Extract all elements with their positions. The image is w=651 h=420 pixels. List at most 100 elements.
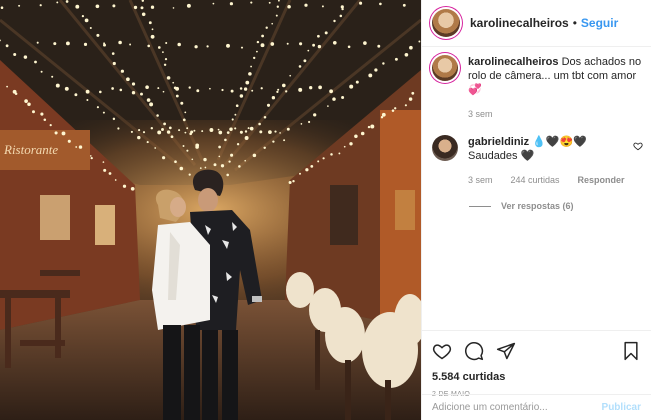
caption-avatar[interactable] <box>432 55 458 81</box>
string-light <box>203 157 207 162</box>
string-light <box>112 4 116 8</box>
comment-input[interactable]: Adicione um comentário... <box>432 402 548 413</box>
post-photo[interactable]: Ristorante <box>0 0 421 420</box>
string-light <box>195 145 199 149</box>
string-light <box>36 41 39 44</box>
string-light <box>161 128 164 131</box>
string-light <box>309 86 313 90</box>
string-light <box>256 50 258 53</box>
string-light <box>40 70 43 73</box>
string-light <box>40 112 44 116</box>
likes-count[interactable]: 5.584 curtidas <box>432 371 641 383</box>
comment-avatar[interactable] <box>432 135 458 161</box>
string-light <box>162 156 166 160</box>
caption-meta: 3 sem <box>468 107 643 121</box>
comment-age[interactable]: 3 sem <box>468 173 493 187</box>
string-light <box>252 153 257 158</box>
string-light <box>146 98 151 102</box>
string-light <box>188 173 191 176</box>
string-light <box>283 139 286 142</box>
string-light <box>165 41 168 45</box>
string-light <box>122 184 127 188</box>
string-light <box>338 152 341 155</box>
view-replies-button[interactable]: Ver respostas (6) <box>469 201 643 211</box>
string-light <box>240 46 244 49</box>
share-icon[interactable] <box>496 341 516 361</box>
string-light <box>32 110 35 114</box>
comment-author-emoji: 💧🖤😍🖤 <box>532 136 587 148</box>
string-light <box>368 73 373 78</box>
comment-like-heart-icon[interactable] <box>633 141 643 151</box>
reply-button[interactable]: Responder <box>578 173 625 187</box>
string-light <box>86 99 89 101</box>
string-light <box>102 161 105 163</box>
string-light <box>327 105 329 107</box>
string-light <box>49 124 52 127</box>
comment-icon[interactable] <box>464 341 484 361</box>
string-light <box>367 125 371 129</box>
string-light <box>184 111 187 114</box>
add-comment-bar: Adicione um comentário... Publicar <box>422 394 651 420</box>
string-light <box>154 147 157 149</box>
string-light <box>270 42 275 46</box>
comment-likes[interactable]: 244 curtidas <box>511 173 560 187</box>
string-light <box>120 69 125 73</box>
bookmark-icon[interactable] <box>621 341 641 361</box>
string-light <box>332 97 336 101</box>
string-light <box>341 96 345 99</box>
follow-button[interactable]: Seguir <box>581 16 618 30</box>
string-light <box>157 46 161 49</box>
string-light <box>74 93 78 97</box>
string-light <box>226 131 230 134</box>
comment-username[interactable]: gabrieldiniz <box>468 136 529 148</box>
string-light <box>349 142 353 146</box>
string-light <box>307 49 310 52</box>
string-light <box>84 18 89 23</box>
string-light <box>218 130 223 135</box>
comment-text: Saudades 🖤 <box>468 150 535 162</box>
string-light <box>300 123 303 125</box>
string-light <box>188 86 191 89</box>
string-light <box>130 130 133 133</box>
string-light <box>138 129 141 132</box>
string-light <box>166 76 171 80</box>
string-light <box>146 141 149 144</box>
string-light <box>140 92 143 96</box>
string-light <box>209 87 211 90</box>
author-username[interactable]: karolinecalheiros <box>470 16 569 30</box>
string-light <box>317 34 320 38</box>
string-light <box>224 138 227 142</box>
string-light <box>162 51 164 53</box>
string-light <box>137 135 141 140</box>
string-light <box>339 14 343 18</box>
string-light <box>253 56 256 60</box>
string-light <box>151 28 154 31</box>
string-light <box>64 86 69 91</box>
string-light <box>145 85 149 89</box>
string-light <box>243 87 248 91</box>
string-light <box>96 106 99 109</box>
post-side-panel: karolinecalheiros • Seguir karolinecalhe… <box>421 0 651 420</box>
string-light <box>24 99 28 103</box>
string-light <box>61 131 66 136</box>
caption-username[interactable]: karolinecalheiros <box>468 56 559 68</box>
string-light <box>229 127 233 132</box>
string-light <box>276 5 279 8</box>
comments-list: karolinecalheiros Dos achados no rolo de… <box>432 55 643 325</box>
string-light <box>51 75 54 78</box>
publish-button[interactable]: Publicar <box>602 402 641 413</box>
string-light <box>377 44 381 48</box>
heart-icon[interactable] <box>432 341 452 361</box>
caption-age[interactable]: 3 sem <box>468 107 493 121</box>
post-actions: 5.584 curtidas 2 DE MAIO <box>422 330 651 398</box>
string-light <box>13 52 17 57</box>
string-light <box>244 136 249 140</box>
string-light <box>182 118 186 122</box>
string-light <box>186 127 189 130</box>
post-header: karolinecalheiros • Seguir <box>422 0 651 47</box>
string-light <box>230 153 234 157</box>
string-light <box>85 89 90 94</box>
comment-body: gabrieldiniz 💧🖤😍🖤 Saudades 🖤 3 sem 244 c… <box>468 135 629 187</box>
string-light <box>382 62 385 65</box>
author-avatar[interactable] <box>432 9 460 37</box>
